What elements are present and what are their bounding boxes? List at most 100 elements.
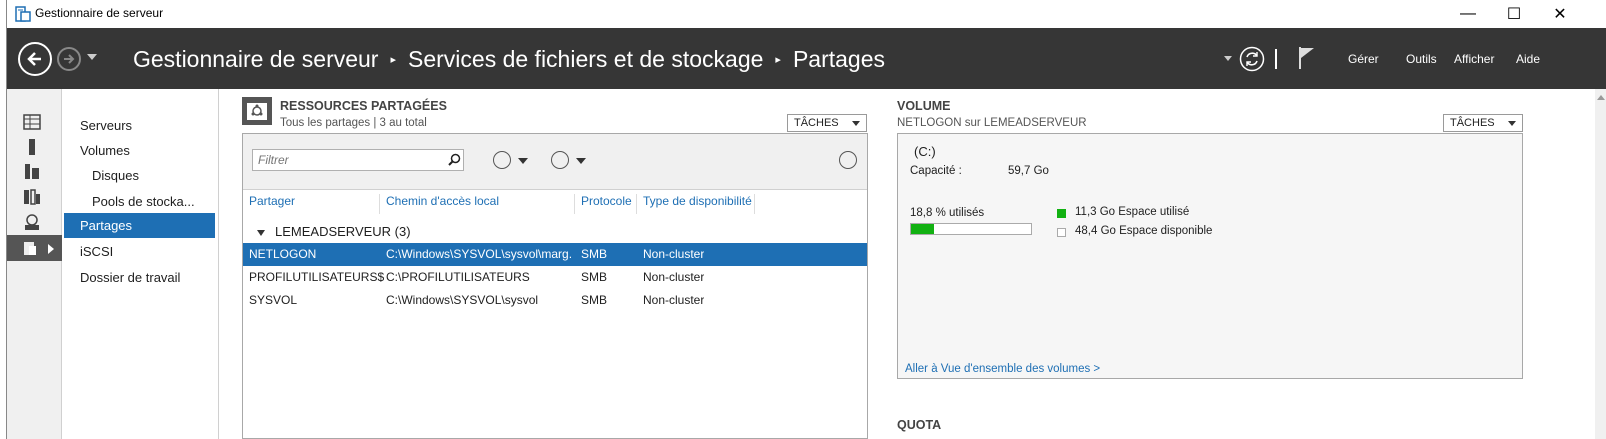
used-legend-swatch xyxy=(1057,209,1066,218)
nav-item-volumes[interactable]: Volumes xyxy=(64,138,215,163)
shares-grid: Partager Chemin d'accès local Protocole … xyxy=(242,133,868,439)
cell-availability: Non-cluster xyxy=(643,247,705,261)
filter-input[interactable] xyxy=(252,149,464,171)
minimize-button[interactable]: — xyxy=(1445,0,1491,28)
window-title: Gestionnaire de serveur xyxy=(35,6,164,20)
scroll-up-icon[interactable] xyxy=(1597,95,1605,100)
cell-protocol: SMB xyxy=(581,293,608,307)
sidebar-icon-rail xyxy=(7,89,62,439)
drive-label: (C:) xyxy=(914,144,936,159)
quota-title: QUOTA xyxy=(897,418,942,432)
nav-item-disks[interactable]: Disques xyxy=(64,163,215,188)
list-options-icon[interactable] xyxy=(493,151,511,169)
menu-help[interactable]: Aide xyxy=(1516,52,1540,66)
nav-item-work-folders[interactable]: Dossier de travail xyxy=(64,265,215,290)
flag-icon[interactable] xyxy=(1297,45,1317,71)
capacity-value: 59,7 Go xyxy=(1008,165,1049,177)
chevron-down-icon xyxy=(852,121,860,126)
history-dropdown-icon[interactable] xyxy=(87,54,97,60)
cell-protocol: SMB xyxy=(581,270,608,284)
nav-item-shares[interactable]: Partages xyxy=(64,213,215,238)
back-button[interactable] xyxy=(18,42,52,76)
volume-details-panel: (C:) Capacité : 59,7 Go 18,8 % utilisés … xyxy=(897,133,1523,379)
maximize-button[interactable]: ☐ xyxy=(1491,0,1537,28)
roles-icon[interactable] xyxy=(23,188,41,206)
usage-bar xyxy=(910,223,1032,235)
file-storage-icon[interactable] xyxy=(23,239,41,257)
breadcrumb-item-server-manager[interactable]: Gestionnaire de serveur xyxy=(133,46,378,73)
all-servers-icon[interactable] xyxy=(23,163,41,181)
table-row[interactable]: NETLOGON C:\Windows\SYSVOL\sysvol\marg..… xyxy=(243,243,867,266)
shares-toolbar xyxy=(243,134,867,190)
breadcrumb-separator: ▸ xyxy=(390,54,396,66)
group-label: LEMEADSERVEUR (3) xyxy=(275,224,411,239)
forward-icon xyxy=(64,54,75,64)
header-divider xyxy=(1275,49,1277,69)
volume-tasks-button[interactable]: TÂCHES xyxy=(1443,114,1523,132)
forward-button[interactable] xyxy=(57,47,81,71)
cell-availability: Non-cluster xyxy=(643,293,705,307)
cell-path: C:\Windows\SYSVOL\sysvol\marg... xyxy=(386,247,572,261)
column-header-share[interactable]: Partager xyxy=(243,194,380,214)
free-legend: 48,4 Go Espace disponible xyxy=(1075,225,1213,237)
cell-path: C:\PROFILUTILISATEURS xyxy=(386,270,530,284)
expand-arrow-icon[interactable] xyxy=(48,244,54,254)
search-icon[interactable] xyxy=(448,153,461,166)
menu-tools[interactable]: Outils xyxy=(1406,52,1437,66)
breadcrumb: Gestionnaire de serveur ▸ Services de fi… xyxy=(133,46,885,73)
server-manager-icon xyxy=(15,6,31,22)
nav-item-storage-pools[interactable]: Pools de stocka... xyxy=(64,189,215,214)
used-legend: 11,3 Go Espace utilisé xyxy=(1075,206,1190,218)
server-group-row[interactable]: LEMEADSERVEUR (3) xyxy=(257,224,411,239)
table-row[interactable]: SYSVOL C:\Windows\SYSVOL\sysvol SMB Non-… xyxy=(243,289,867,312)
cell-share: PROFILUTILISATEURS$ xyxy=(249,270,385,284)
save-query-dropdown-icon[interactable] xyxy=(576,158,586,164)
shares-subtitle: Tous les partages | 3 au total xyxy=(280,117,427,129)
refresh-icon[interactable] xyxy=(1239,46,1265,72)
shared-resources-icon xyxy=(242,97,272,125)
shares-title: RESSOURCES PARTAGÉES xyxy=(280,99,447,113)
cell-share: NETLOGON xyxy=(249,247,317,261)
cell-availability: Non-cluster xyxy=(643,270,705,284)
column-header-local-path[interactable]: Chemin d'accès local xyxy=(380,194,575,214)
menu-view[interactable]: Afficher xyxy=(1454,52,1494,66)
cell-path: C:\Windows\SYSVOL\sysvol xyxy=(386,293,539,307)
table-row[interactable]: PROFILUTILISATEURS$ C:\PROFILUTILISATEUR… xyxy=(243,266,867,289)
refresh-dropdown-icon[interactable] xyxy=(1224,56,1232,61)
column-header-protocol[interactable]: Protocole xyxy=(575,194,637,214)
tasks-label: TÂCHES xyxy=(1450,117,1495,129)
vertical-scrollbar[interactable] xyxy=(1595,89,1606,439)
volume-title: VOLUME xyxy=(897,99,951,113)
title-bar: Gestionnaire de serveur — ☐ ✕ xyxy=(7,0,1606,28)
volume-subtitle: NETLOGON sur LEMEADSERVEUR xyxy=(897,117,1087,129)
cell-share: SYSVOL xyxy=(249,293,298,307)
free-legend-swatch xyxy=(1057,228,1066,237)
save-query-icon[interactable] xyxy=(551,151,569,169)
capacity-label: Capacité : xyxy=(910,165,962,177)
server-manager-window: Gestionnaire de serveur — ☐ ✕ Gestionnai… xyxy=(6,0,1606,439)
nav-item-servers[interactable]: Serveurs xyxy=(64,113,215,138)
column-header-availability[interactable]: Type de disponibilité xyxy=(637,194,755,214)
dashboard-icon[interactable] xyxy=(23,113,41,131)
breadcrumb-item-file-services[interactable]: Services de fichiers et de stockage xyxy=(408,46,763,73)
breadcrumb-item-shares: Partages xyxy=(792,46,885,72)
chevron-down-icon xyxy=(1508,121,1516,126)
server-role-icon[interactable] xyxy=(23,213,41,231)
local-server-icon[interactable] xyxy=(23,138,41,156)
back-icon xyxy=(27,52,41,66)
collapse-triangle-icon[interactable] xyxy=(257,229,265,236)
breadcrumb-separator: ▸ xyxy=(775,54,781,66)
app-header: Gestionnaire de serveur ▸ Services de fi… xyxy=(7,28,1606,89)
usage-bar-fill xyxy=(911,224,934,234)
navigation-panel: Serveurs Volumes Disques Pools de stocka… xyxy=(64,89,219,439)
close-button[interactable]: ✕ xyxy=(1537,0,1583,28)
expand-collapse-icon[interactable] xyxy=(839,151,857,169)
cell-protocol: SMB xyxy=(581,247,608,261)
nav-item-iscsi[interactable]: iSCSI xyxy=(64,239,215,264)
tasks-label: TÂCHES xyxy=(794,117,839,129)
menu-manage[interactable]: Gérer xyxy=(1348,52,1379,66)
volumes-overview-link[interactable]: Aller à Vue d'ensemble des volumes > xyxy=(905,363,1100,375)
shares-tasks-button[interactable]: TÂCHES xyxy=(787,114,867,132)
list-options-dropdown-icon[interactable] xyxy=(518,158,528,164)
used-percent-label: 18,8 % utilisés xyxy=(910,207,985,219)
